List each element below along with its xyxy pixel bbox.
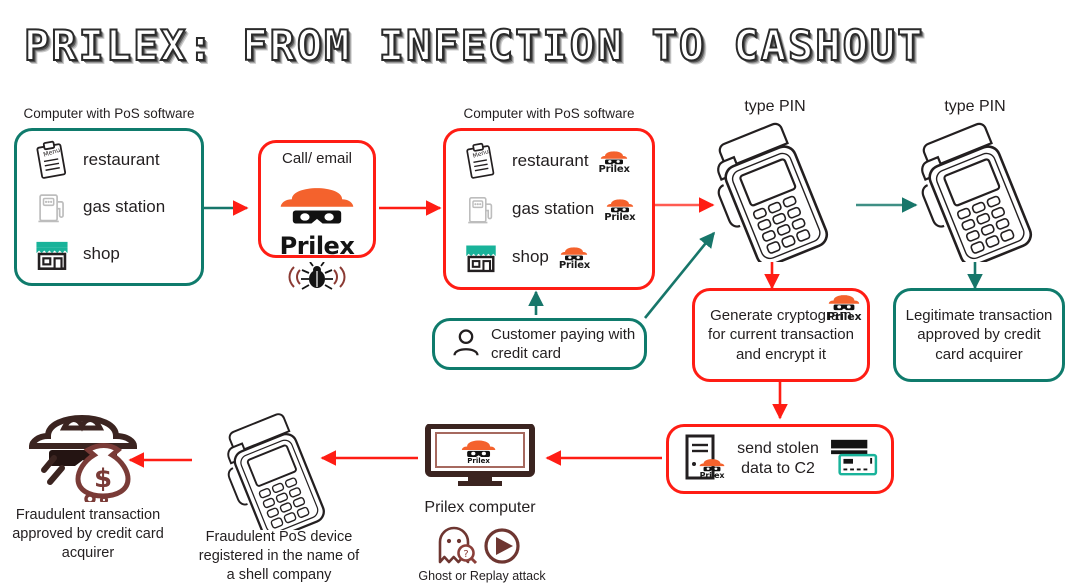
server-icon: Prilex — [681, 433, 729, 485]
customer-box: Customer paying with credit card — [432, 318, 647, 370]
pos-terminal-icon — [694, 122, 859, 267]
prilex-badge: Prilex — [559, 243, 590, 271]
ghost-replay-caption: Ghost or Replay attack — [418, 569, 546, 583]
legit-transaction-box: Legitimate transaction approved by credi… — [893, 288, 1065, 382]
fraud-result-caption: Fraudulent transaction approved by credi… — [12, 507, 164, 561]
fraud-device-caption: Fraudulent PoS device registered in the … — [198, 529, 360, 583]
svg-text:Prilex: Prilex — [467, 456, 490, 465]
malware-bug-signal-icon — [282, 261, 352, 292]
prilex-badge-text: Prilex — [604, 212, 636, 223]
legit-transaction-text: Legitimate transaction approved by credi… — [905, 307, 1053, 363]
replay-play-icon — [484, 528, 520, 564]
svg-text:$: $ — [94, 464, 112, 494]
prilex-badge-text: Prilex — [558, 260, 591, 271]
prilex-logo — [277, 173, 357, 238]
gas-pump-icon — [460, 188, 502, 230]
pos-terminal-icon — [898, 122, 1063, 267]
c2-box: Prilex send stolen data to C2 — [666, 424, 894, 494]
list-item: gas station — [17, 186, 201, 228]
c2-text: send stolen data to C2 — [737, 439, 819, 477]
shop-storefront-icon — [460, 236, 502, 278]
credit-cards-icon — [827, 436, 879, 483]
infected-pos-box: Menu restaurant Prilex gas station Prile… — [443, 128, 655, 290]
prilex-badge: Prilex — [699, 455, 725, 480]
person-icon — [451, 327, 481, 362]
menu-clipboard-icon: Menu — [460, 140, 502, 182]
list-item: shop Prilex — [446, 236, 652, 278]
shop-storefront-icon — [31, 233, 73, 275]
list-item-label: shop — [83, 243, 120, 263]
list-item: Menu restaurant — [446, 140, 652, 182]
prilex-badge-text: Prilex — [827, 310, 862, 323]
thief-money-bag-icon: $ — [24, 396, 154, 505]
pos-terminal-icon — [196, 410, 346, 540]
terminal-infected-label: type PIN — [744, 98, 806, 115]
prilex-badge-text: Prilex — [699, 471, 725, 480]
list-item-label: restaurant — [512, 151, 589, 170]
infection-vector-box: Call/ email Prilex — [258, 140, 376, 260]
page-title: PRILEX: FROM INFECTION TO CASHOUT — [23, 20, 925, 71]
clean-pos-label: Computer with PoS software — [23, 106, 195, 121]
list-item: shop — [17, 233, 201, 275]
infected-pos-label: Computer with PoS software — [463, 106, 635, 121]
gas-pump-icon — [31, 186, 73, 228]
diagram-canvas: PRILEX: FROM INFECTION TO CASHOUT Comput… — [0, 0, 1080, 587]
list-item-label: gas station — [512, 199, 595, 218]
customer-text: Customer paying with credit card — [491, 325, 636, 362]
list-item-label: restaurant — [83, 150, 160, 170]
list-item-label: gas station — [83, 196, 166, 216]
prilex-badge: Prilex — [604, 195, 636, 223]
list-item: Menu restaurant — [17, 139, 201, 181]
prilex-computer-caption: Prilex computer — [424, 499, 536, 516]
list-item-label: shop — [512, 247, 549, 266]
svg-text:?: ? — [463, 549, 468, 560]
clean-pos-box: Menu restaurant gas station shop — [14, 128, 204, 286]
prilex-badge: Prilex — [827, 290, 862, 323]
list-item: gas station Prilex — [446, 188, 652, 230]
terminal-clean-label: type PIN — [944, 98, 1006, 115]
ghost-question-icon: ? — [438, 526, 478, 565]
infection-vector-label: Call/ email — [281, 150, 353, 167]
prilex-wordmark: Prilex — [279, 232, 355, 260]
ghost-replay-icons: ? — [432, 522, 528, 566]
menu-clipboard-icon: Menu — [31, 139, 73, 181]
prilex-badge: Prilex — [599, 147, 630, 175]
prilex-computer-monitor: Prilex — [424, 423, 536, 490]
prilex-badge-text: Prilex — [598, 164, 630, 175]
